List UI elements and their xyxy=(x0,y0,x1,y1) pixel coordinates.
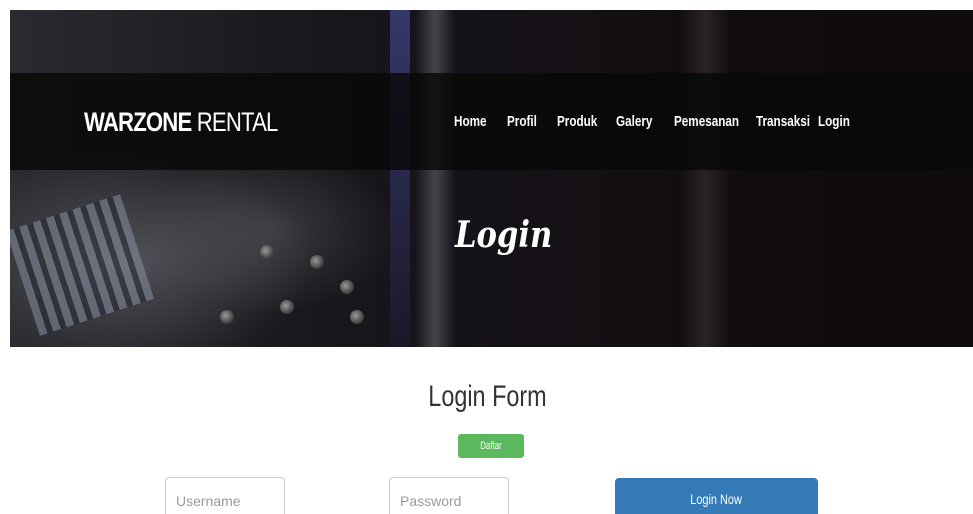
brand-name-light: RENTAL xyxy=(191,107,279,137)
nav-login[interactable]: Login xyxy=(818,113,850,130)
hero-decoration xyxy=(680,10,730,347)
hero-decoration xyxy=(10,194,155,336)
hero-decoration xyxy=(350,310,364,324)
password-input[interactable] xyxy=(389,477,509,514)
hero-decoration xyxy=(415,10,455,347)
login-submit-button[interactable]: Login Now xyxy=(615,478,818,514)
brand-logo[interactable]: WARZONE RENTAL xyxy=(84,107,278,138)
hero-decoration xyxy=(220,310,234,324)
hero-decoration xyxy=(260,245,274,259)
register-button-label: Daftar Sekarang xyxy=(474,440,508,476)
page-title: Login xyxy=(455,214,553,256)
navbar: WARZONE RENTAL Home Profil Produk Galery… xyxy=(10,73,973,170)
nav-transaksi[interactable]: Transaksi xyxy=(756,113,810,130)
username-input[interactable] xyxy=(165,477,285,514)
nav-profil[interactable]: Profil xyxy=(507,113,537,130)
form-title: Login Form xyxy=(428,380,547,413)
nav-galery[interactable]: Galery xyxy=(616,113,652,130)
nav-home[interactable]: Home xyxy=(454,113,487,130)
register-button[interactable]: Daftar Sekarang xyxy=(458,434,524,476)
nav-pemesanan[interactable]: Pemesanan xyxy=(674,113,739,130)
hero-decoration xyxy=(310,255,324,269)
hero-banner xyxy=(10,10,973,347)
brand-name-bold: WARZONE xyxy=(84,107,192,137)
nav-produk[interactable]: Produk xyxy=(557,113,597,130)
hero-decoration xyxy=(280,300,294,314)
hero-decoration xyxy=(390,10,410,347)
hero-decoration xyxy=(340,280,354,294)
login-submit-label: Login Now xyxy=(690,491,743,507)
